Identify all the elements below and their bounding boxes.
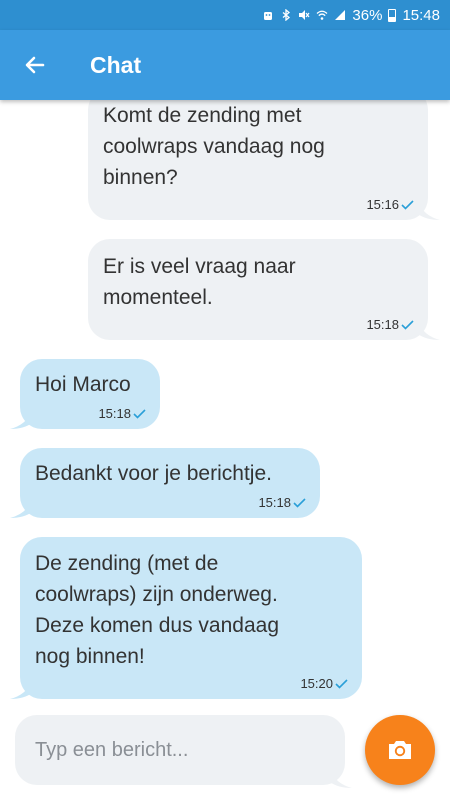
composer-tail <box>330 770 352 788</box>
battery-icon <box>388 8 397 22</box>
arrow-back-icon <box>25 56 45 74</box>
message-text: Er is veel vraag naar momenteel. <box>103 255 296 309</box>
read-check-icon <box>401 320 414 330</box>
message-meta: 15:16 <box>366 198 414 212</box>
bubble-tail <box>418 202 440 220</box>
message-time: 15:16 <box>366 197 399 212</box>
read-check-icon <box>335 679 348 689</box>
message-time: 15:18 <box>366 317 399 332</box>
camera-icon <box>389 741 411 759</box>
message-time: 15:18 <box>98 406 131 421</box>
message-meta: 15:18 <box>366 318 414 332</box>
read-check-icon <box>401 200 414 210</box>
bubble-tail <box>418 322 440 340</box>
mute-icon <box>298 9 310 21</box>
message-time: 15:18 <box>258 495 291 510</box>
message-meta: 15:20 <box>300 677 348 691</box>
camera-button[interactable] <box>365 715 435 785</box>
message-meta: 15:18 <box>98 407 146 421</box>
message-text: Hoi Marco <box>35 373 131 396</box>
battery-percent: 36% <box>352 6 383 24</box>
message-input[interactable] <box>35 738 325 762</box>
message-composer <box>15 715 345 785</box>
message-bubble-outgoing[interactable]: Komt de zending met coolwraps vandaag no… <box>88 100 428 220</box>
message-bubble-incoming[interactable]: Hoi Marco 15:18 <box>20 359 160 429</box>
message-bubble-outgoing[interactable]: Er is veel vraag naar momenteel. 15:18 <box>88 239 428 340</box>
wifi-icon <box>316 9 328 21</box>
message-text: Komt de zending met coolwraps vandaag no… <box>103 104 325 189</box>
read-check-icon <box>133 409 146 419</box>
app-bar: Chat <box>0 30 450 100</box>
status-time: 15:48 <box>402 6 440 24</box>
back-button[interactable] <box>0 30 70 100</box>
page-title: Chat <box>90 51 142 78</box>
signal-icon <box>334 9 346 21</box>
bubble-tail <box>10 411 32 429</box>
message-list[interactable]: Komt de zending met coolwraps vandaag no… <box>0 100 450 710</box>
message-bubble-incoming[interactable]: De zending (met de coolwraps) zijn onder… <box>20 537 362 699</box>
message-text: Bedankt voor je berichtje. <box>35 462 272 485</box>
message-text: De zending (met de coolwraps) zijn onder… <box>35 552 279 668</box>
bluetooth-icon <box>280 9 292 21</box>
message-bubble-incoming[interactable]: Bedankt voor je berichtje. 15:18 <box>20 448 320 518</box>
message-time: 15:20 <box>300 676 333 691</box>
bubble-tail <box>10 681 32 699</box>
bubble-tail <box>10 500 32 518</box>
status-bar: 36% 15:48 <box>0 0 450 30</box>
android-icon <box>262 9 274 21</box>
read-check-icon <box>293 498 306 508</box>
message-meta: 15:18 <box>258 496 306 510</box>
